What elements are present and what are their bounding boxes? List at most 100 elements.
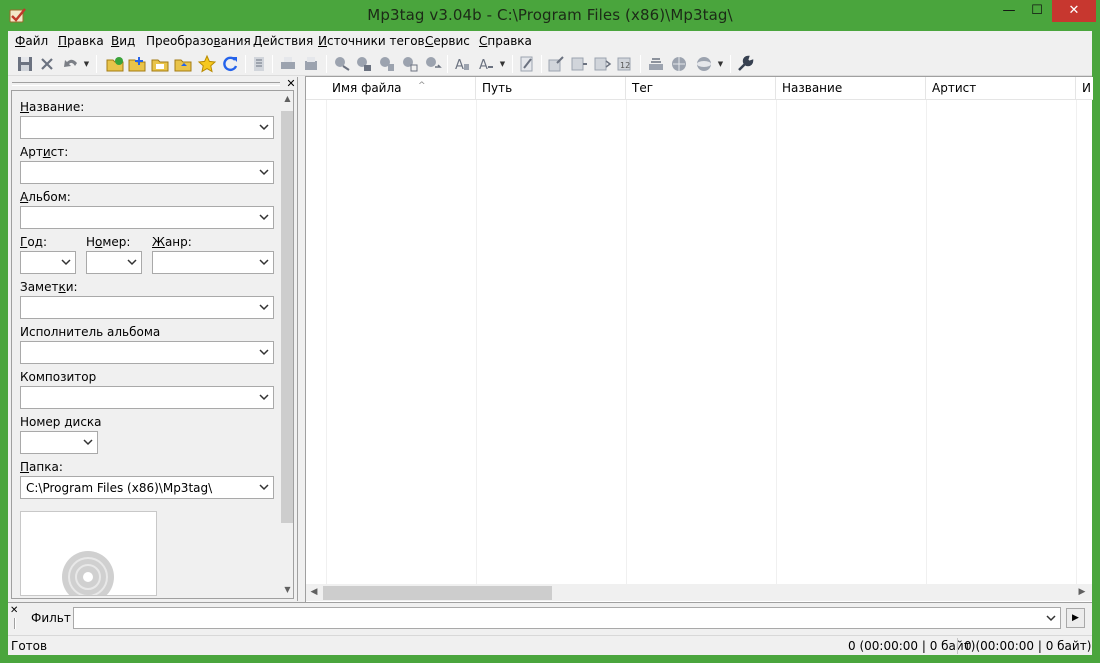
- scroll-down-icon[interactable]: ▼: [280, 582, 293, 598]
- track-label: Номер:: [86, 235, 131, 249]
- add-directory-icon[interactable]: [127, 54, 147, 74]
- case-icon[interactable]: A: [452, 54, 472, 74]
- menu-help[interactable]: Справка: [478, 33, 533, 49]
- refresh-icon[interactable]: [220, 54, 240, 74]
- filter-input[interactable]: [73, 607, 1061, 629]
- comment-label: Заметки:: [20, 280, 78, 294]
- options-icon[interactable]: [735, 54, 755, 74]
- genre-combo[interactable]: [152, 251, 274, 274]
- undo-icon[interactable]: [61, 54, 81, 74]
- filter-grip[interactable]: [14, 618, 16, 629]
- artist-combo[interactable]: [20, 161, 274, 184]
- chevron-down-icon[interactable]: [257, 387, 271, 408]
- change-directory-icon[interactable]: [105, 54, 125, 74]
- chevron-down-icon[interactable]: [257, 162, 271, 183]
- export-icon[interactable]: [546, 54, 566, 74]
- chevron-down-icon[interactable]: [257, 477, 271, 498]
- tag-filename-icon[interactable]: [423, 54, 443, 74]
- freedb-icon[interactable]: [669, 54, 689, 74]
- filter-close-icon[interactable]: ✕: [10, 605, 18, 616]
- file-list-hscrollbar[interactable]: ◀ ▶: [306, 584, 1092, 601]
- tag-panel-grip[interactable]: [12, 82, 280, 86]
- discnumber-combo[interactable]: [20, 431, 98, 454]
- remove-tag-icon[interactable]: [37, 54, 57, 74]
- title-combo[interactable]: [20, 116, 274, 139]
- album-artist-label: Исполнитель альбома: [20, 325, 161, 339]
- composer-combo[interactable]: [20, 386, 274, 409]
- chevron-down-icon[interactable]: [257, 297, 271, 318]
- column-header-artist[interactable]: Артист: [926, 77, 1076, 99]
- comment-combo[interactable]: [20, 296, 274, 319]
- chevron-down-icon[interactable]: [1044, 608, 1058, 628]
- extended-tags-icon[interactable]: [249, 54, 269, 74]
- open-recent-icon[interactable]: [173, 54, 193, 74]
- menu-edit[interactable]: Правка: [57, 33, 105, 49]
- column-header-tag[interactable]: Тег: [626, 77, 776, 99]
- scroll-thumb[interactable]: [281, 111, 293, 523]
- chevron-down-icon[interactable]: [59, 252, 73, 273]
- album-artist-combo[interactable]: [20, 341, 274, 364]
- close-button[interactable]: ✕: [1052, 0, 1096, 22]
- undo-dropdown-icon[interactable]: ▼: [82, 54, 91, 74]
- print-icon[interactable]: [278, 54, 298, 74]
- menu-file[interactable]: Файл: [14, 33, 49, 49]
- menu-bar: Файл Правка Вид Преобразования Действия …: [8, 31, 1092, 51]
- menu-convert[interactable]: Преобразования: [145, 33, 252, 49]
- tag-panel-close-button[interactable]: ✕: [285, 77, 297, 90]
- title-label: Название:: [20, 100, 85, 114]
- minimize-button[interactable]: —: [996, 0, 1022, 22]
- menu-tools[interactable]: Сервис: [424, 33, 471, 49]
- menu-tag-sources[interactable]: Источники тегов: [317, 33, 426, 49]
- tag-panel-scrollbar[interactable]: ▲ ▼: [280, 91, 293, 598]
- scroll-up-icon[interactable]: ▲: [280, 91, 293, 107]
- chevron-down-icon[interactable]: [257, 342, 271, 363]
- hscroll-thumb[interactable]: [323, 586, 552, 600]
- chevron-down-icon[interactable]: [125, 252, 139, 273]
- copy-icon[interactable]: [301, 54, 321, 74]
- title-bar[interactable]: Mp3tag v3.04b - C:\Program Files (x86)\M…: [0, 0, 1100, 31]
- tag-sources-icon[interactable]: [694, 54, 714, 74]
- discnumber-label: Номер диска: [20, 415, 102, 429]
- scroll-right-icon[interactable]: ▶: [1074, 584, 1090, 601]
- column-header-path[interactable]: Путь: [476, 77, 626, 99]
- text-tag-icon[interactable]: [377, 54, 397, 74]
- chevron-down-icon[interactable]: [257, 207, 271, 228]
- maximize-button[interactable]: ☐: [1024, 0, 1050, 22]
- status-text: Готов: [11, 639, 48, 653]
- actions-icon[interactable]: A: [476, 54, 496, 74]
- file-list-header: Имя файла ^ Путь Тег Название Артист И: [306, 77, 1093, 100]
- track-combo[interactable]: [86, 251, 142, 274]
- tag-sources-dropdown-icon[interactable]: ▼: [716, 54, 725, 74]
- filter-apply-button[interactable]: ▶: [1066, 608, 1085, 628]
- window-title: Mp3tag v3.04b - C:\Program Files (x86)\M…: [367, 6, 733, 24]
- edit-text-icon[interactable]: [517, 54, 537, 74]
- filename-tag-icon[interactable]: [354, 54, 374, 74]
- directory-combo[interactable]: C:\Program Files (x86)\Mp3tag\: [20, 476, 274, 499]
- numbering-icon[interactable]: 12: [615, 54, 635, 74]
- save-icon[interactable]: [15, 54, 35, 74]
- list-icon[interactable]: [569, 54, 589, 74]
- scroll-left-icon[interactable]: ◀: [306, 584, 322, 601]
- file-list[interactable]: Имя файла ^ Путь Тег Название Артист И ◀ …: [305, 76, 1093, 602]
- actions-dropdown-icon[interactable]: ▼: [498, 54, 507, 74]
- column-header-filename[interactable]: Имя файла ^: [326, 77, 476, 99]
- html-export-icon[interactable]: [592, 54, 612, 74]
- year-combo[interactable]: [20, 251, 76, 274]
- status-total: 0 (00:00:00 | 0 байт): [964, 639, 1092, 653]
- svg-text:12: 12: [620, 61, 630, 70]
- column-header-next[interactable]: И: [1076, 77, 1093, 99]
- playlist-icon[interactable]: [646, 54, 666, 74]
- favorites-icon[interactable]: [197, 54, 217, 74]
- open-playlist-icon[interactable]: [150, 54, 170, 74]
- cd-placeholder-icon: [62, 551, 114, 595]
- tag-tag-icon[interactable]: [400, 54, 420, 74]
- menu-view[interactable]: Вид: [110, 33, 136, 49]
- chevron-down-icon[interactable]: [257, 117, 271, 138]
- column-header-title[interactable]: Название: [776, 77, 926, 99]
- cover-art-box[interactable]: [20, 511, 157, 596]
- chevron-down-icon[interactable]: [81, 432, 95, 453]
- tag-file-icon[interactable]: [332, 54, 352, 74]
- chevron-down-icon[interactable]: [257, 252, 271, 273]
- album-combo[interactable]: [20, 206, 274, 229]
- menu-actions[interactable]: Действия: [252, 33, 314, 49]
